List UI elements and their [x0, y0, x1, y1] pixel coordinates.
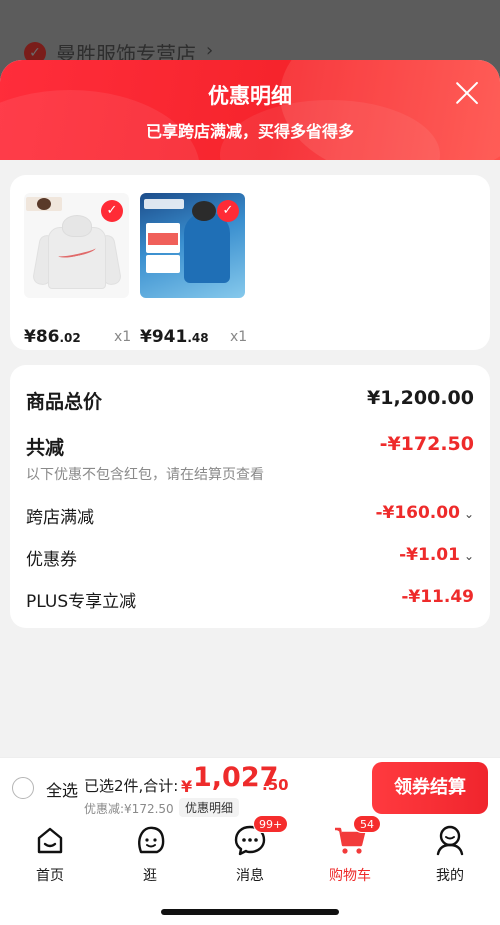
promo-banner — [146, 255, 180, 273]
tab-browse[interactable]: 逛 — [110, 823, 190, 885]
tab-label: 首页 — [36, 868, 64, 884]
discount-label: 跨店满减 — [26, 508, 94, 528]
cart-badge: 54 — [353, 815, 381, 833]
discount-amount: -¥1.01 — [399, 545, 460, 565]
product-image-jacket: ✓ — [140, 193, 245, 298]
close-icon[interactable] — [454, 80, 480, 106]
cart-icon: 54 — [333, 815, 381, 857]
reduction-note: 以下优惠不包含红包，请在结算页查看 — [26, 467, 264, 483]
brand-logo-icon — [26, 197, 62, 211]
discount-label: PLUS专享立减 — [26, 592, 137, 612]
total-currency: ¥ — [181, 777, 193, 796]
tab-label: 消息 — [236, 868, 264, 884]
total-reduction-value: -¥172.50 — [379, 433, 474, 455]
checkout-button[interactable]: 领券结算 — [372, 762, 488, 814]
product-item-jacket[interactable]: ✓ ¥941.48 x1 — [140, 193, 247, 347]
checkout-bar: 全选 已选2件,合计: ¥ 1,027 .50 优惠减:¥172.50 优惠明细… — [0, 757, 500, 817]
price-decimal: .02 — [59, 331, 81, 345]
discount-amount: -¥160.00 — [375, 503, 460, 523]
message-badge: 99+ — [253, 815, 289, 833]
product-price: ¥86.02 — [24, 327, 81, 347]
brand-logo-icon — [144, 199, 184, 209]
bottom-tab-bar: 首页 逛 99+ 消息 54 购物车 我的 — [0, 815, 500, 925]
price-summary-card: 商品总价 ¥1,200.00 共减 -¥172.50 以下优惠不包含红包，请在结… — [10, 365, 490, 628]
discount-value: -¥160.00 ⌄ — [375, 503, 474, 523]
total-reduction-label: 共减 — [26, 437, 65, 459]
tab-label: 逛 — [143, 868, 157, 884]
browse-icon — [133, 823, 167, 857]
select-all-label[interactable]: 全选 — [46, 777, 78, 801]
discount-detail-sheet: 优惠明细 已享跨店满减，买得多省得多 ✓ ¥86.02 x1 ✓ ¥941.48… — [0, 60, 500, 757]
sheet-subtitle: 已享跨店满减，买得多省得多 — [145, 122, 354, 141]
tab-messages[interactable]: 99+ 消息 — [210, 815, 290, 885]
select-all-radio[interactable] — [12, 777, 34, 799]
total-price-value: ¥1,200.00 — [367, 387, 474, 409]
tab-label: 购物车 — [329, 868, 371, 884]
sheet-title: 优惠明细 — [208, 84, 292, 108]
home-icon — [33, 823, 67, 857]
chevron-down-icon: ⌄ — [463, 507, 474, 521]
selected-check-icon[interactable]: ✓ — [101, 200, 123, 222]
products-card: ✓ ¥86.02 x1 ✓ ¥941.48 x1 — [10, 175, 490, 350]
discount-summary: 优惠减:¥172.50 — [84, 802, 174, 816]
product-price: ¥941.48 — [140, 327, 209, 347]
total-price-label: 商品总价 — [26, 391, 103, 413]
chevron-down-icon: ⌄ — [463, 549, 474, 563]
discount-value: -¥1.01 ⌄ — [399, 545, 474, 565]
selected-count-info: 已选2件,合计: — [84, 777, 179, 795]
profile-icon — [433, 823, 467, 857]
sheet-header: 优惠明细 已享跨店满减，买得多省得多 — [0, 60, 500, 160]
product-quantity: x1 — [114, 329, 132, 345]
promo-tag — [146, 223, 180, 253]
product-image-hoodie: ✓ — [24, 193, 129, 298]
message-icon: 99+ — [233, 815, 289, 857]
tab-home[interactable]: 首页 — [10, 823, 90, 885]
tab-profile[interactable]: 我的 — [410, 823, 490, 885]
discount-value: -¥11.49 — [401, 587, 474, 607]
price-decimal: .48 — [187, 331, 209, 345]
selected-check-icon[interactable]: ✓ — [217, 200, 239, 222]
discount-label: 优惠券 — [26, 550, 77, 570]
product-quantity: x1 — [230, 329, 248, 345]
background-chevron-icon: › — [206, 40, 214, 61]
price-integer: ¥86 — [24, 327, 60, 347]
tab-label: 我的 — [436, 868, 464, 884]
discount-detail-link[interactable]: 优惠明细 — [179, 798, 240, 817]
product-item-hoodie[interactable]: ✓ ¥86.02 x1 — [24, 193, 131, 347]
total-amount-decimal: .50 — [262, 776, 289, 794]
home-indicator — [161, 909, 339, 915]
jacket-model-head — [192, 201, 216, 221]
tab-cart[interactable]: 54 购物车 — [310, 815, 390, 885]
hoodie-hood — [62, 215, 92, 237]
jacket-model — [184, 213, 230, 283]
price-integer: ¥941 — [140, 327, 188, 347]
